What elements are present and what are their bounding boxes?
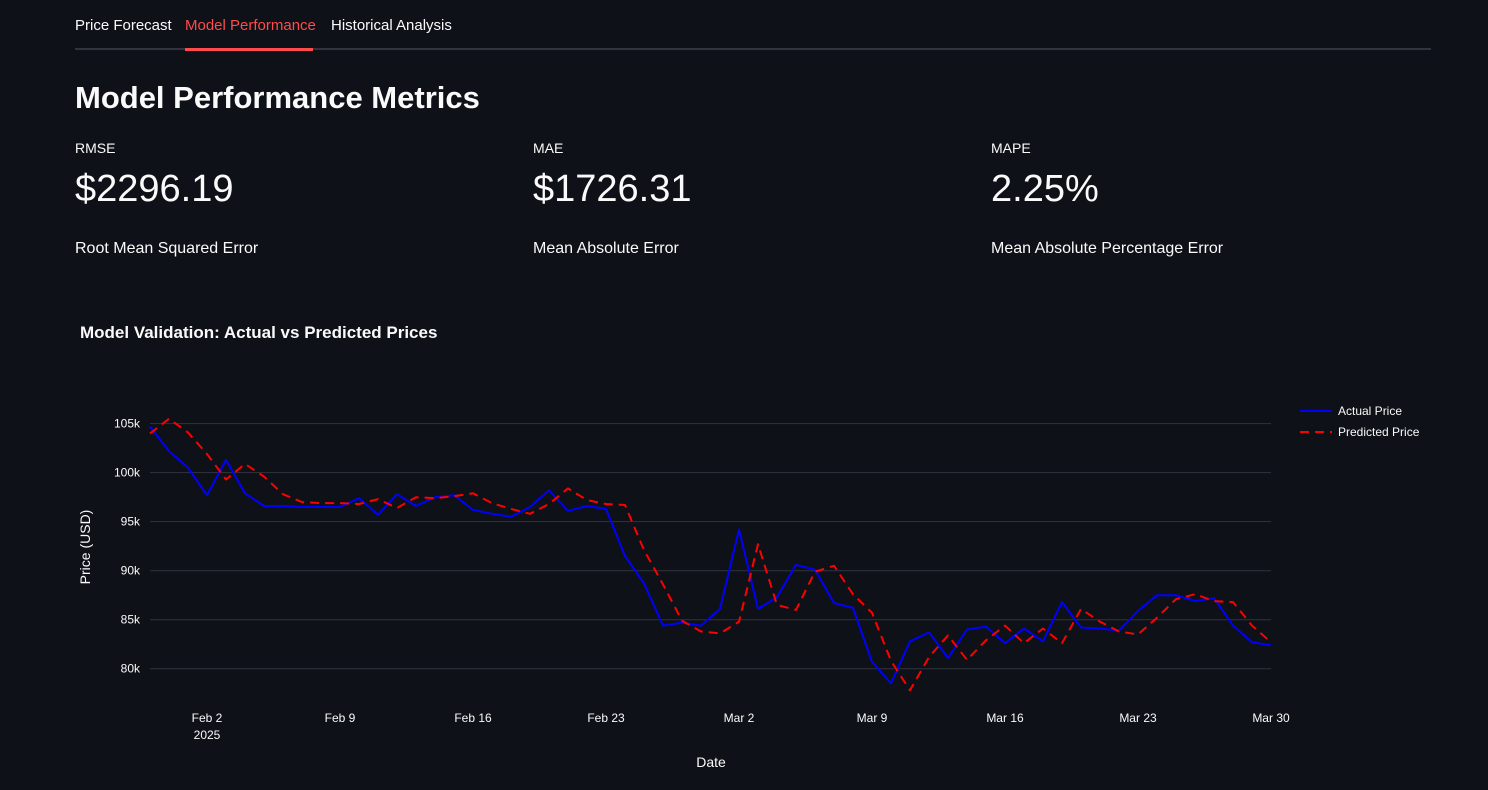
x-tick-label: Feb 16 bbox=[454, 711, 492, 725]
actual-price-line[interactable] bbox=[149, 425, 1272, 685]
chart-title: Model Validation: Actual vs Predicted Pr… bbox=[80, 323, 437, 342]
legend-label: Actual Price bbox=[1338, 404, 1402, 418]
y-tick-label: 105k bbox=[114, 417, 141, 431]
y-tick-label: 80k bbox=[121, 662, 141, 676]
x-tick-label: Mar 9 bbox=[857, 711, 888, 725]
x-tick-label: Feb 2 bbox=[192, 711, 223, 725]
metric-value: 2.25% bbox=[991, 168, 1099, 210]
metric-label: MAPE bbox=[991, 140, 1031, 156]
metric-rmse: RMSE $2296.19 Root Mean Squared Error bbox=[75, 138, 495, 260]
tab-bar: Price Forecast Model Performance Histori… bbox=[75, 0, 1431, 52]
x-tick-label: Feb 23 bbox=[587, 711, 625, 725]
active-tab-indicator bbox=[185, 48, 313, 51]
metric-caption: Root Mean Squared Error bbox=[75, 240, 259, 257]
validation-chart[interactable]: Model Validation: Actual vs Predicted Pr… bbox=[0, 300, 1488, 790]
metric-caption: Mean Absolute Error bbox=[533, 240, 679, 257]
y-axis-title: Price (USD) bbox=[77, 510, 93, 585]
x-tick-sublabel: 2025 bbox=[194, 728, 221, 742]
x-axis-title: Date bbox=[696, 754, 726, 770]
x-tick-label: Mar 16 bbox=[986, 711, 1024, 725]
x-tick-label: Mar 23 bbox=[1119, 711, 1157, 725]
metric-label: MAE bbox=[533, 140, 564, 156]
y-tick-label: 100k bbox=[114, 466, 141, 480]
metric-value: $1726.31 bbox=[533, 168, 692, 210]
metric-label: RMSE bbox=[75, 140, 116, 156]
y-tick-label: 90k bbox=[121, 564, 141, 578]
x-tick-label: Feb 9 bbox=[325, 711, 356, 725]
tab-historical-analysis[interactable]: Historical Analysis bbox=[331, 16, 452, 36]
metric-mae: MAE $1726.31 Mean Absolute Error bbox=[533, 138, 953, 260]
y-tick-label: 85k bbox=[121, 613, 141, 627]
chart-legend[interactable]: Actual Price Predicted Price bbox=[1300, 404, 1420, 439]
legend-label: Predicted Price bbox=[1338, 425, 1420, 439]
tab-price-forecast[interactable]: Price Forecast bbox=[75, 16, 172, 36]
metric-caption: Mean Absolute Percentage Error bbox=[991, 240, 1224, 257]
metric-value: $2296.19 bbox=[75, 168, 234, 210]
page-title: Model Performance Metrics bbox=[75, 80, 480, 115]
predicted-price-line[interactable] bbox=[149, 417, 1272, 692]
x-tick-label: Mar 30 bbox=[1252, 711, 1290, 725]
tab-model-performance[interactable]: Model Performance bbox=[185, 16, 316, 36]
metric-mape: MAPE 2.25% Mean Absolute Percentage Erro… bbox=[991, 138, 1411, 260]
y-tick-label: 95k bbox=[121, 515, 141, 529]
x-tick-label: Mar 2 bbox=[724, 711, 755, 725]
